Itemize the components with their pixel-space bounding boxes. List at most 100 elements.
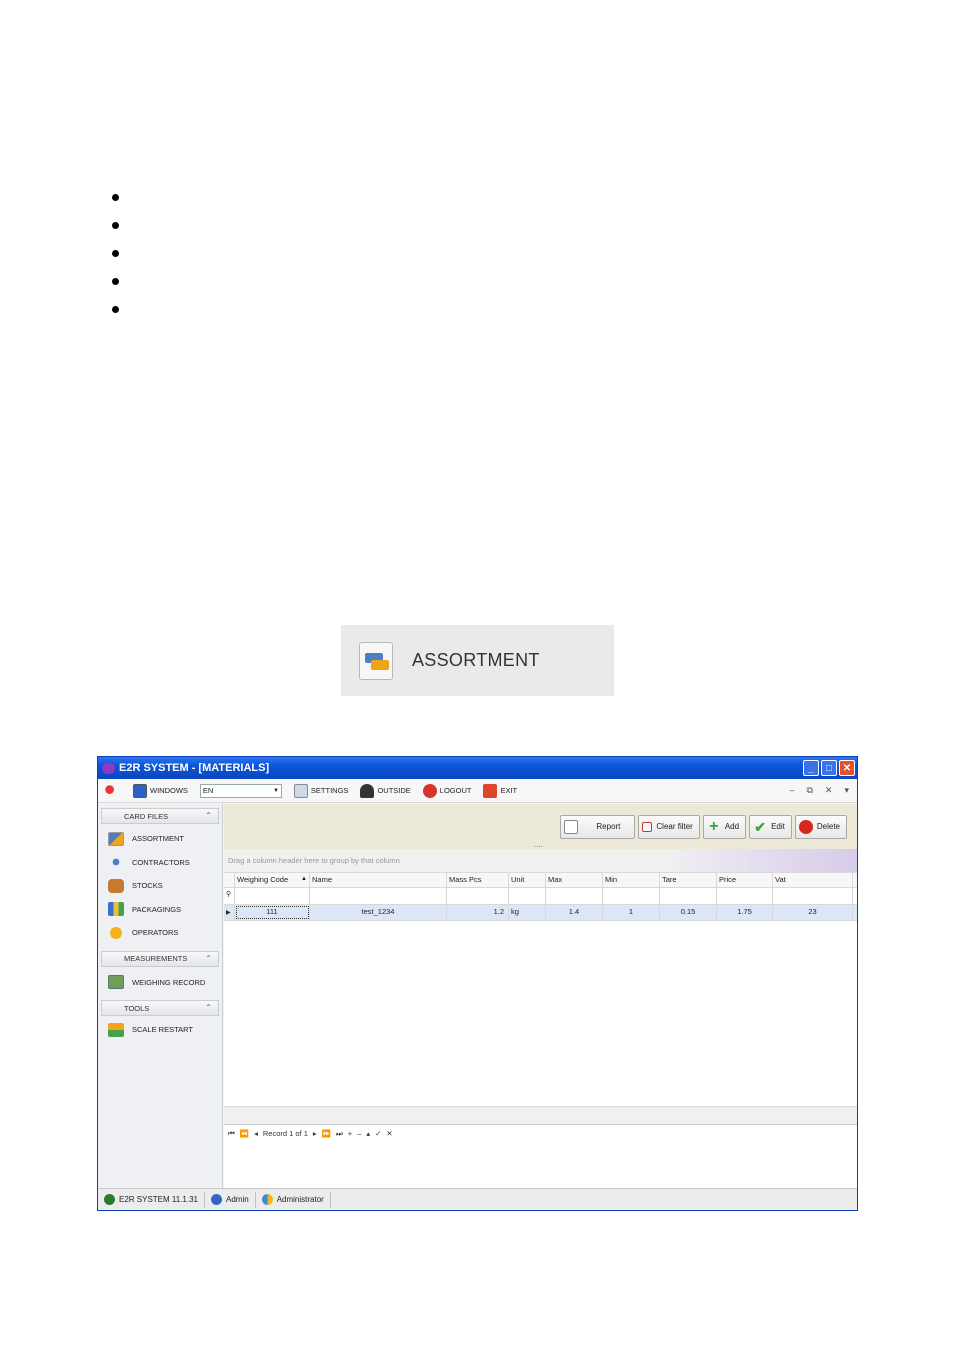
exit-button[interactable]: EXIT <box>483 783 518 798</box>
cell-tare[interactable]: 0.15 <box>660 905 717 920</box>
status-bar: E2R SYSTEM 11.1.31 Admin Administrator <box>98 1188 857 1210</box>
sidebar-item-scale-restart[interactable]: SCALE RESTART <box>98 1018 222 1042</box>
sidebar-item-contractors[interactable]: CONTRACTORS <box>98 851 222 875</box>
cell-price[interactable]: 1.75 <box>717 905 773 920</box>
column-header[interactable]: Max <box>546 873 603 887</box>
group-panel[interactable]: Drag a column header here to group by th… <box>224 849 857 873</box>
last-record-button[interactable]: ⏭ <box>336 1129 343 1139</box>
settings-icon <box>293 783 308 798</box>
monitor-icon <box>133 783 147 798</box>
sidebar-item-label: SCALE RESTART <box>132 1025 193 1035</box>
logout-button[interactable]: LOGOUT <box>422 783 471 798</box>
delete-button[interactable]: Delete <box>794 814 847 839</box>
next-page-button[interactable]: ⏩ <box>322 1129 331 1138</box>
column-header[interactable]: Tare <box>660 873 717 887</box>
post-edit-button[interactable]: ✓ <box>375 1129 381 1138</box>
chevron-up-icon: ⌃ <box>205 1003 212 1012</box>
column-header[interactable]: Min <box>603 873 660 887</box>
cell-vat[interactable]: 23 <box>773 905 853 920</box>
column-header-label: Price <box>719 875 737 884</box>
assortment-icon <box>108 831 124 846</box>
role-icon <box>261 1194 273 1205</box>
report-button[interactable]: Report <box>560 814 636 839</box>
plus-icon: + <box>709 817 719 835</box>
cell-mass-pcs[interactable]: 1.2 <box>447 905 509 920</box>
column-header[interactable]: Unit <box>509 873 546 887</box>
mdi-minimize-button[interactable]: – <box>789 785 794 796</box>
next-record-button[interactable]: ▸ <box>313 1129 317 1138</box>
packagings-icon <box>108 902 124 917</box>
delete-label: Delete <box>816 822 840 831</box>
role-label: Administrator <box>276 1195 324 1204</box>
windows-button[interactable]: WINDOWS <box>133 783 188 798</box>
sidebar-item-label: OPERATORS <box>132 928 179 938</box>
maximize-button[interactable]: □ <box>821 760 837 776</box>
first-record-button[interactable]: ⏮ <box>228 1129 235 1139</box>
prev-page-button[interactable]: ⏪ <box>240 1129 249 1138</box>
group-header-tools[interactable]: TOOLS ⌃ <box>101 1000 219 1016</box>
settings-button[interactable]: SETTINGS <box>293 783 348 798</box>
edit-record-button[interactable]: ▴ <box>366 1129 370 1138</box>
filter-cell[interactable] <box>509 888 546 904</box>
minimize-button[interactable]: _ <box>803 760 819 776</box>
mdi-close-button[interactable]: ✕ <box>825 785 833 796</box>
sidebar-item-weighing-record[interactable]: WEIGHING RECORD <box>98 971 222 995</box>
language-select[interactable]: EN ▼ <box>199 783 282 798</box>
filter-cell[interactable] <box>546 888 603 904</box>
filter-cell[interactable] <box>773 888 853 904</box>
append-record-button[interactable]: + <box>348 1129 352 1138</box>
column-header[interactable]: Mass Pcs <box>447 873 509 887</box>
add-button[interactable]: + Add <box>702 814 747 839</box>
version-label: E2R SYSTEM 11.1.31 <box>119 1195 198 1204</box>
user-indicator[interactable]: Admin <box>205 1191 256 1208</box>
filter-cell[interactable] <box>310 888 447 904</box>
mdi-restore-button[interactable]: ⧉ <box>806 785 812 796</box>
mdi-menu-button[interactable]: ▾ <box>844 785 849 796</box>
column-header[interactable]: Weighing Code ▲ <box>235 873 310 887</box>
language-value: EN <box>202 786 214 795</box>
sidebar-item-assortment[interactable]: ASSORTMENT <box>98 827 222 851</box>
record-indicator[interactable] <box>104 783 121 798</box>
assortment-icon <box>359 641 393 680</box>
column-header[interactable]: Vat <box>773 873 853 887</box>
cell-min[interactable]: 1 <box>603 905 660 920</box>
filter-cell[interactable] <box>603 888 660 904</box>
group-header-measurements[interactable]: MEASUREMENTS ⌃ <box>101 950 219 967</box>
weighing-record-icon <box>108 975 124 990</box>
table-row[interactable]: ▶ 111 test_1234 1.2 kg 1.4 1 0.15 1.75 2… <box>224 905 857 921</box>
sidebar-item-stocks[interactable]: STOCKS <box>98 874 222 898</box>
filter-cell[interactable] <box>717 888 773 904</box>
chevron-up-icon: ⌃ <box>205 953 212 963</box>
group-header-card-files[interactable]: CARD FILES ⌃ <box>101 808 219 824</box>
close-button[interactable]: ✕ <box>839 760 855 776</box>
column-header[interactable]: Name <box>310 873 447 887</box>
sidebar-item-packagings[interactable]: PACKAGINGS <box>98 898 222 922</box>
filter-cell[interactable] <box>660 888 717 904</box>
prev-record-button[interactable]: ◂ <box>254 1129 258 1138</box>
bullet-dot <box>112 278 119 285</box>
filter-cell[interactable] <box>447 888 509 904</box>
cell-max[interactable]: 1.4 <box>546 905 603 920</box>
sidebar-item-operators[interactable]: OPERATORS <box>98 921 222 945</box>
grid-header-row: Weighing Code ▲ Name Mass Pcs Unit Max Mi… <box>224 873 857 888</box>
horizontal-scrollbar[interactable] <box>224 1106 857 1124</box>
splitter-grip[interactable]: .... <box>534 840 543 849</box>
edit-button[interactable]: ✔ Edit <box>749 814 792 839</box>
delete-record-button[interactable]: – <box>357 1129 361 1138</box>
exit-label: EXIT <box>500 786 518 795</box>
row-indicator-header <box>224 873 235 887</box>
cell-weighing-code[interactable]: 111 <box>235 905 310 920</box>
filter-cell[interactable] <box>235 888 310 904</box>
outside-label: OUTSIDE <box>377 786 411 795</box>
cell-name[interactable]: test_1234 <box>310 905 447 920</box>
column-header-label: Name <box>312 875 333 884</box>
group-panel-hint: Drag a column header here to group by th… <box>228 856 400 865</box>
clear-filter-button[interactable]: Clear filter <box>638 814 700 839</box>
column-header-label: Weighing Code <box>237 875 289 884</box>
outside-button[interactable]: OUTSIDE <box>360 783 411 798</box>
cell-unit[interactable]: kg <box>509 905 546 920</box>
column-header[interactable]: Price <box>717 873 773 887</box>
sidebar-item-label: CONTRACTORS <box>132 857 190 867</box>
column-header-label: Max <box>548 875 563 884</box>
cancel-edit-button[interactable]: ✕ <box>386 1129 392 1138</box>
